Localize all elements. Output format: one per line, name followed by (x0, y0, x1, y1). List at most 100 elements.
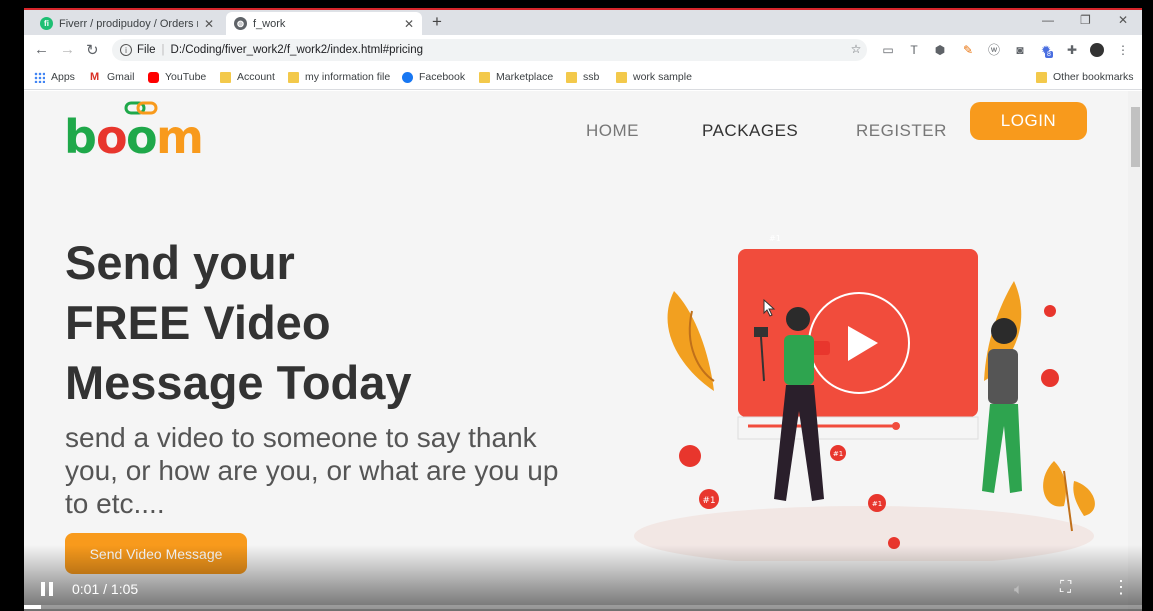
logo-letter-o: o (96, 110, 128, 161)
rank-badge-text: #1 (872, 500, 882, 508)
gmail-icon: M (90, 70, 100, 83)
hero-title-line: Send your (65, 236, 295, 289)
url-separator: | (161, 44, 165, 56)
bookmark-label: Facebook (419, 71, 466, 83)
nav-register[interactable]: REGISTER (856, 121, 947, 141)
forward-icon[interactable]: → (60, 41, 75, 58)
bookmark-label: YouTube (165, 71, 207, 83)
bookmark-gmail[interactable]: M Gmail (90, 71, 134, 83)
hero-title: Send your FREE Video Message Today (65, 233, 565, 413)
new-tab-button[interactable]: + (432, 12, 442, 32)
logo-letter-m: m (156, 110, 204, 161)
folder-icon (288, 71, 299, 83)
back-icon[interactable]: ← (34, 41, 49, 58)
hero-title-line: Message Today (65, 356, 412, 409)
facebook-icon (402, 71, 413, 83)
url-input[interactable]: i File | D:/Coding/fiver_work2/f_work2/i… (112, 39, 867, 61)
video-illustration: #1 #1 #1 #1 (634, 234, 1095, 561)
bookmark-work-sample[interactable]: work sample (616, 71, 692, 83)
bookmark-youtube[interactable]: YouTube (148, 71, 206, 83)
info-icon[interactable]: i (120, 44, 132, 56)
bookmark-label: Other bookmarks (1053, 71, 1134, 83)
bookmark-information-file[interactable]: my information file (288, 71, 390, 83)
nav-packages[interactable]: PACKAGES (702, 121, 798, 141)
bookmark-label: Marketplace (496, 71, 554, 83)
rank-badge: #1 (830, 445, 846, 461)
screen-frame: fi Fiverr / prodipudoy / Orders mac ✕ ◍ … (0, 0, 1153, 611)
bookmark-label: Gmail (107, 71, 135, 83)
like-bubble-icon (679, 445, 701, 467)
close-tab-icon[interactable]: ✕ (404, 17, 414, 31)
globe-icon: ◍ (234, 17, 247, 30)
tab-fiverr[interactable]: fi Fiverr / prodipudoy / Orders mac ✕ (32, 12, 222, 35)
folder-icon (1036, 71, 1047, 83)
share-bubble-icon (1044, 305, 1056, 317)
folder-icon (479, 71, 490, 83)
login-button[interactable]: LOGIN (970, 102, 1087, 140)
tab-title: f_work (253, 17, 286, 30)
web-page: b o o m HOME PACKAGES REGISTER LOGIN Sen… (24, 91, 1134, 611)
page-scrollbar[interactable] (1128, 91, 1142, 611)
bookmark-label: work sample (633, 71, 692, 83)
bookmark-other[interactable]: Other bookmarks (1036, 71, 1134, 83)
restore-icon[interactable]: ❐ (1080, 13, 1091, 27)
url-text: D:/Coding/fiver_work2/f_work2/index.html… (170, 44, 424, 56)
puzzle-icon[interactable]: ✚ (1065, 43, 1079, 57)
bookmark-label: Apps (51, 71, 75, 83)
hero-description: send a video to someone to say thank you… (65, 422, 559, 519)
video-progress-bar[interactable] (24, 605, 1142, 609)
like-bubble-icon (1041, 369, 1059, 387)
rank-badge-text: #1 (702, 496, 715, 506)
browser-window: fi Fiverr / prodipudoy / Orders mac ✕ ◍ … (24, 9, 1142, 611)
bookmark-label: Account (237, 71, 275, 83)
scrollbar-thumb[interactable] (1131, 107, 1140, 167)
video-timecode: 0:01 / 1:05 (72, 581, 139, 597)
pause-icon[interactable] (40, 582, 54, 596)
extension-badge: 8 (1045, 51, 1053, 58)
fiverr-icon: fi (40, 17, 53, 30)
folder-icon (616, 71, 627, 83)
cast-icon[interactable]: ▭ (881, 43, 895, 57)
text-extension-icon[interactable]: T (907, 43, 921, 57)
apps-grid-icon (34, 71, 45, 83)
hero-title-line: FREE Video (65, 296, 331, 349)
tab-strip: fi Fiverr / prodipudoy / Orders mac ✕ ◍ … (24, 9, 1142, 35)
mouse-cursor-icon (763, 299, 776, 317)
close-window-icon[interactable]: ✕ (1118, 13, 1128, 27)
more-options-icon[interactable]: ⋮ (1112, 577, 1130, 598)
bookmark-ssb[interactable]: ssb (566, 71, 599, 83)
tab-f-work[interactable]: ◍ f_work ✕ (226, 12, 422, 35)
close-tab-icon[interactable]: ✕ (204, 17, 214, 31)
wordpress-icon[interactable]: ⓦ (987, 43, 1001, 57)
minimize-icon[interactable]: — (1042, 13, 1054, 27)
bookmark-star-icon[interactable]: ☆ (849, 42, 863, 56)
bookmark-marketplace[interactable]: Marketplace (479, 71, 553, 83)
video-scrubber (892, 422, 900, 430)
camera-icon (754, 327, 768, 337)
address-bar-row: ← → ↻ i File | D:/Coding/fiver_work2/f_w… (24, 35, 1142, 65)
bookmarks-bar: Apps M Gmail YouTube Account my informat… (24, 65, 1142, 90)
reload-icon[interactable]: ↻ (86, 41, 99, 59)
bookmark-apps[interactable]: Apps (34, 71, 75, 83)
window-accent-border (24, 8, 1142, 10)
url-scheme: File (137, 44, 156, 56)
cube-extension-icon[interactable]: ⬢ (933, 43, 947, 57)
bookmark-label: ssb (583, 71, 600, 83)
boom-logo[interactable]: b o o m (64, 101, 224, 161)
bookmark-label: my information file (305, 71, 391, 83)
pen-extension-icon[interactable]: ✎ (961, 43, 975, 57)
rank-badge-text: #1 (769, 234, 781, 243)
volume-icon[interactable]: 🔈︎ (1014, 581, 1023, 598)
camera-icon[interactable]: ◙ (1013, 43, 1027, 57)
folder-icon (566, 71, 577, 83)
bookmark-facebook[interactable]: Facebook (402, 71, 465, 83)
tab-title: Fiverr / prodipudoy / Orders mac (59, 17, 198, 30)
fullscreen-icon[interactable]: ⛶ (1060, 579, 1071, 597)
nav-home[interactable]: HOME (586, 121, 639, 141)
menu-dots-icon[interactable]: ⋮ (1116, 43, 1130, 57)
bookmark-account[interactable]: Account (220, 71, 275, 83)
logo-letter-o2: o (126, 110, 158, 161)
video-progress-fill (24, 605, 41, 609)
video-player-controls: 0:01 / 1:05 🔈︎ ⛶ ⋮ (24, 545, 1142, 611)
avatar[interactable] (1090, 43, 1104, 57)
